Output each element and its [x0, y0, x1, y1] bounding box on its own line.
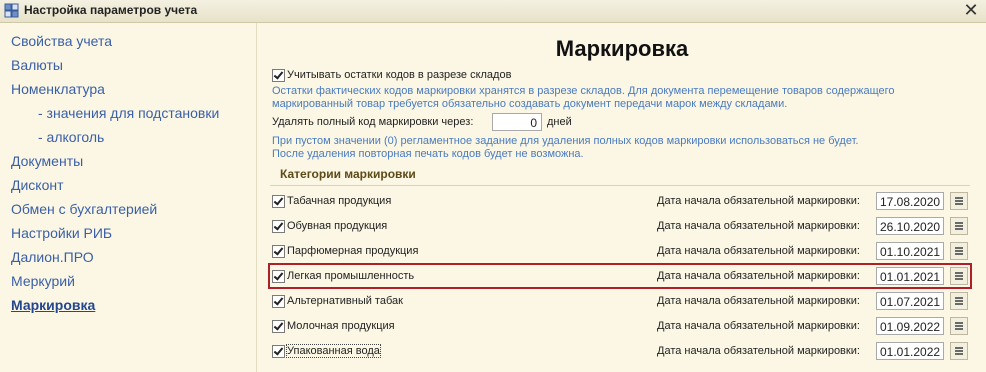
delete-note-line-2: После удаления повторная печать кодов бу… [272, 148, 584, 160]
date-caption: Дата начала обязательной маркировки: [657, 195, 860, 207]
close-icon[interactable]: ✕ [962, 1, 980, 19]
calendar-icon[interactable] [950, 267, 968, 285]
start-date-input[interactable]: 01.10.2021 [876, 242, 944, 260]
category-checkbox[interactable] [272, 320, 285, 333]
calendar-icon[interactable] [950, 292, 968, 310]
page-title: Маркировка [555, 36, 689, 61]
start-date-input[interactable]: 01.09.2022 [876, 317, 944, 335]
warehouse-balance-label: Учитывать остатки кодов в разрезе складо… [287, 69, 512, 81]
section-divider [270, 185, 970, 186]
delete-days-input[interactable]: 0 [492, 113, 542, 131]
warehouse-balance-checkbox[interactable] [272, 69, 285, 82]
category-checkbox[interactable] [272, 295, 285, 308]
category-row-tobacco: Табачная продукция Дата начала обязатель… [270, 190, 970, 212]
calendar-icon[interactable] [950, 317, 968, 335]
sidebar-item-discount[interactable]: Дисконт [11, 177, 64, 193]
date-caption: Дата начала обязательной маркировки: [657, 270, 860, 282]
sidebar-item-accounting-exchange[interactable]: Обмен с бухгалтерией [11, 201, 157, 217]
sidebar-item-rib-settings[interactable]: Настройки РИБ [11, 225, 112, 241]
date-caption: Дата начала обязательной маркировки: [657, 320, 860, 332]
delete-days-unit: дней [547, 116, 572, 128]
category-row-dairy: Молочная продукция Дата начала обязатель… [270, 315, 970, 337]
category-name: Упакованная вода [286, 344, 381, 358]
delete-code-label: Удалять полный код маркировки через: [272, 116, 474, 128]
start-date-input[interactable]: 01.01.2022 [876, 342, 944, 360]
date-caption: Дата начала обязательной маркировки: [657, 245, 860, 257]
sidebar-item-accounting-properties[interactable]: Свойства учета [11, 33, 112, 49]
section-title: Категории маркировки [280, 167, 416, 181]
settings-app-icon [4, 3, 19, 18]
category-checkbox[interactable] [272, 220, 285, 233]
start-date-input[interactable]: 26.10.2020 [876, 217, 944, 235]
warehouse-note-line-1: Остатки фактических кодов маркировки хра… [272, 85, 895, 97]
date-caption: Дата начала обязательной маркировки: [657, 295, 860, 307]
category-name: Легкая промышленность [287, 270, 415, 282]
start-date-input[interactable]: 01.07.2021 [876, 292, 944, 310]
start-date-input[interactable]: 17.08.2020 [876, 192, 944, 210]
sidebar-item-dalion-pro[interactable]: Далион.ПРО [11, 249, 94, 265]
sidebar-item-marking[interactable]: Маркировка [11, 297, 95, 313]
start-date-input[interactable]: 01.01.2021 [876, 267, 944, 285]
category-name: Молочная продукция [287, 320, 395, 332]
calendar-icon[interactable] [950, 342, 968, 360]
calendar-icon[interactable] [950, 242, 968, 260]
date-caption: Дата начала обязательной маркировки: [657, 345, 860, 357]
marking-settings-panel: Маркировка Учитывать остатки кодов в раз… [258, 23, 986, 372]
category-checkbox[interactable] [272, 195, 285, 208]
category-row-packaged-water: Упакованная вода Дата начала обязательно… [270, 340, 970, 362]
category-checkbox[interactable] [272, 345, 285, 358]
sidebar-item-documents[interactable]: Документы [11, 153, 83, 169]
sidebar-item-nomenclature[interactable]: Номенклатура [11, 81, 105, 97]
window-titlebar: Настройка параметров учета ✕ [0, 0, 986, 23]
settings-sidebar: Свойства учета Валюты Номенклатура - зна… [0, 23, 257, 372]
warehouse-note-line-2: маркированный товар требуется обязательн… [272, 98, 788, 110]
window-title: Настройка параметров учета [24, 3, 198, 17]
category-row-shoes: Обувная продукция Дата начала обязательн… [270, 215, 970, 237]
sidebar-item-substitution-values[interactable]: - значения для подстановки [38, 105, 219, 121]
category-name: Обувная продукция [287, 220, 388, 232]
date-caption: Дата начала обязательной маркировки: [657, 220, 860, 232]
category-name: Парфюмерная продукция [287, 245, 419, 257]
calendar-icon[interactable] [950, 217, 968, 235]
sidebar-item-currencies[interactable]: Валюты [11, 57, 63, 73]
category-name: Альтернативный табак [287, 295, 403, 307]
delete-note-line-1: При пустом значении (0) регламентное зад… [272, 135, 859, 147]
calendar-icon[interactable] [950, 192, 968, 210]
category-name: Табачная продукция [287, 195, 392, 207]
category-row-perfume: Парфюмерная продукция Дата начала обязат… [270, 240, 970, 262]
category-checkbox[interactable] [272, 245, 285, 258]
category-checkbox[interactable] [272, 270, 285, 283]
sidebar-item-mercury[interactable]: Меркурий [11, 273, 75, 289]
category-row-alternative-tobacco: Альтернативный табак Дата начала обязате… [270, 290, 970, 312]
category-row-light-industry: Легкая промышленность Дата начала обязат… [268, 263, 972, 289]
sidebar-item-alcohol[interactable]: - алкоголь [38, 129, 104, 145]
